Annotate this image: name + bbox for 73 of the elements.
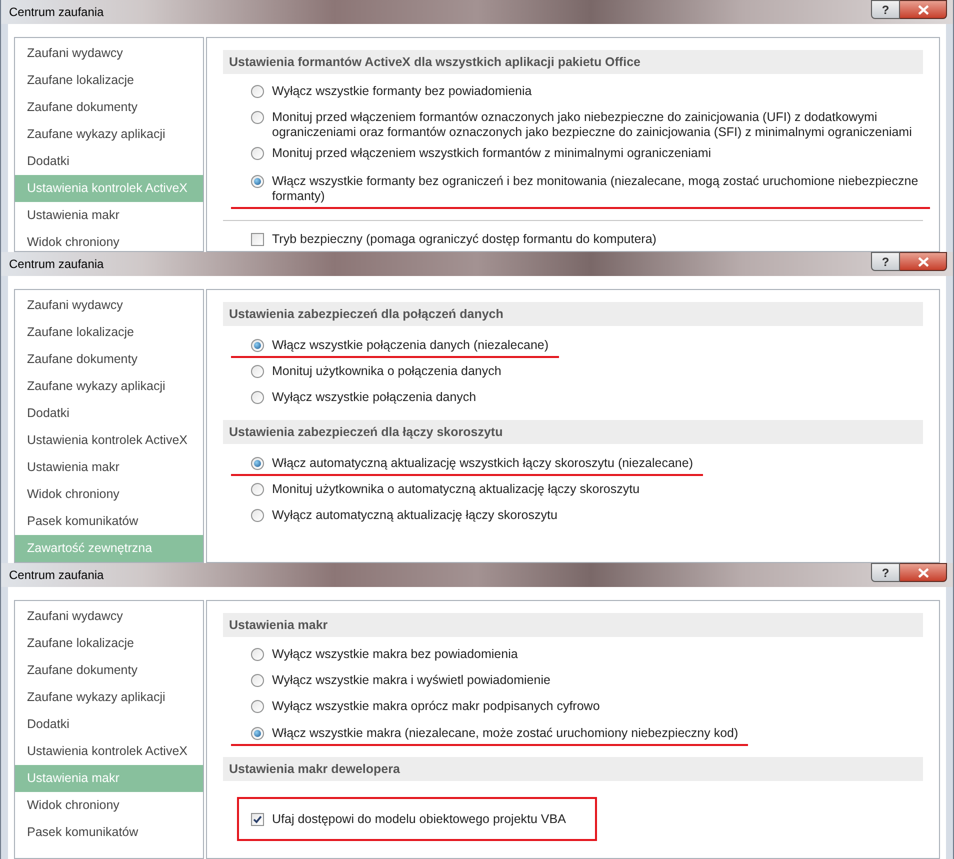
close-button[interactable] xyxy=(900,252,947,271)
section-heading: Ustawienia formantów ActiveX dla wszystkich aplikacji pakietu Office xyxy=(223,50,923,74)
checkbox[interactable] xyxy=(251,232,264,246)
section-heading: Ustawienia makr dewelopera xyxy=(223,757,923,781)
section-heading: Ustawienia zabezpieczeń dla łączy skoroszytu xyxy=(223,420,923,444)
category-item[interactable]: Dodatki xyxy=(15,148,203,175)
category-item[interactable]: Widok chroniony xyxy=(15,792,203,819)
help-button[interactable]: ? xyxy=(871,0,900,19)
option-label: Włącz wszystkie połączenia danych (niezalecane) xyxy=(272,338,549,353)
category-item[interactable]: Ustawienia makr xyxy=(15,454,203,481)
option-label: Ufaj dostępowi do modelu obiektowego projektu VBA xyxy=(272,812,566,826)
category-item[interactable]: Pasek komunikatów xyxy=(15,508,203,535)
category-item[interactable]: Widok chroniony xyxy=(15,481,203,508)
close-icon xyxy=(918,568,928,578)
category-item[interactable]: Ustawienia kontrolek ActiveX xyxy=(15,427,203,454)
category-item[interactable]: Zaufane dokumenty xyxy=(15,346,203,373)
category-item[interactable]: Zaufane wykazy aplikacji xyxy=(15,121,203,148)
help-button[interactable]: ? xyxy=(871,563,900,582)
category-item[interactable]: Zaufani wydawcy xyxy=(15,40,203,67)
radio-button[interactable] xyxy=(251,483,264,496)
radio-button[interactable] xyxy=(251,674,264,687)
category-item[interactable]: Zaufane lokalizacje xyxy=(15,319,203,346)
category-item[interactable]: Ustawienia makr xyxy=(15,202,203,229)
section-heading: Ustawienia zabezpieczeń dla połączeń danych xyxy=(223,302,923,326)
category-item[interactable]: Zaufane dokumenty xyxy=(15,657,203,684)
category-item[interactable]: Zaufane lokalizacje xyxy=(15,67,203,94)
radio-button[interactable] xyxy=(251,457,264,470)
checkbox[interactable] xyxy=(251,812,264,826)
category-item[interactable]: Zaufani wydawcy xyxy=(15,292,203,319)
window-title: Centrum zaufania xyxy=(9,256,104,273)
radio-button[interactable] xyxy=(251,85,264,98)
category-item[interactable]: Widok chroniony xyxy=(15,229,203,252)
category-item[interactable]: Zaufane wykazy aplikacji xyxy=(15,373,203,400)
category-item[interactable]: Dodatki xyxy=(15,400,203,427)
window-title: Centrum zaufania xyxy=(9,4,104,21)
option-label: Wyłącz wszystkie makra oprócz makr podpisanych cyfrowo xyxy=(272,698,600,714)
option-label: Monituj użytkownika o automatyczną aktualizację łączy skoroszytu xyxy=(272,482,640,497)
option-label: Włącz wszystkie formanty bez ograniczeń i bez monitowania (niezalecane, mogą zostać uruchomione niebezpieczne formanty) xyxy=(272,174,920,204)
close-button[interactable] xyxy=(900,0,947,19)
radio-button[interactable] xyxy=(251,508,264,522)
option-label: Monituj przed włączeniem wszystkich formantów z minimalnymi ograniczeniami xyxy=(272,146,712,161)
option-label: Włącz wszystkie makra (niezalecane, może zostać uruchomiony niebezpieczny kod) xyxy=(272,726,738,742)
radio-button[interactable] xyxy=(251,146,264,160)
category-item[interactable]: Zaufane wykazy aplikacji xyxy=(15,684,203,711)
option-label: Wyłącz wszystkie formanty bez powiadomienia xyxy=(272,84,532,99)
option-label: Wyłącz wszystkie połączenia danych xyxy=(272,390,476,404)
radio-button[interactable] xyxy=(251,700,264,712)
option-label: Tryb bezpieczny (pomaga ograniczyć dostęp formantu do komputera) xyxy=(272,232,656,246)
close-button[interactable] xyxy=(900,563,947,582)
category-item[interactable]: Dodatki xyxy=(15,711,203,738)
option-label: Włącz automatyczną aktualizację wszystkich łączy skoroszytu (niezalecane) xyxy=(272,456,693,472)
close-icon xyxy=(918,4,928,14)
radio-button[interactable] xyxy=(251,339,264,352)
radio-button[interactable] xyxy=(251,110,264,124)
radio-button[interactable] xyxy=(251,364,264,378)
option-label: Wyłącz wszystkie makra i wyświetl powiadomienie xyxy=(272,672,550,688)
category-item[interactable]: Zaufane dokumenty xyxy=(15,94,203,121)
category-item[interactable]: Zaufane lokalizacje xyxy=(15,630,203,657)
window-title: Centrum zaufania xyxy=(9,567,104,584)
section-heading: Ustawienia makr xyxy=(223,613,923,637)
category-item[interactable]: Pasek komunikatów xyxy=(15,819,203,846)
radio-button[interactable] xyxy=(251,390,264,404)
radio-button[interactable] xyxy=(251,727,264,740)
category-item[interactable]: Ustawienia kontrolek ActiveX xyxy=(15,738,203,765)
option-label: Wyłącz wszystkie makra bez powiadomienia xyxy=(272,647,518,662)
radio-button[interactable] xyxy=(251,174,264,188)
option-label: Monituj przed włączeniem formantów oznaczonych jako niebezpieczne do zainicjowania (UFI) z dodatkowymi ograniczeniami oraz formantów oznaczonych jako bezpieczne do zainicjowania (SFI) z minimalnymi ograniczeniami xyxy=(272,110,913,140)
option-label: Wyłącz automatyczną aktualizację łączy skoroszytu xyxy=(272,508,558,523)
help-button[interactable]: ? xyxy=(871,252,900,271)
category-item[interactable]: Zaufani wydawcy xyxy=(15,603,203,630)
radio-button[interactable] xyxy=(251,648,264,661)
option-label: Monituj użytkownika o połączenia danych xyxy=(272,364,502,379)
close-icon xyxy=(918,256,928,266)
